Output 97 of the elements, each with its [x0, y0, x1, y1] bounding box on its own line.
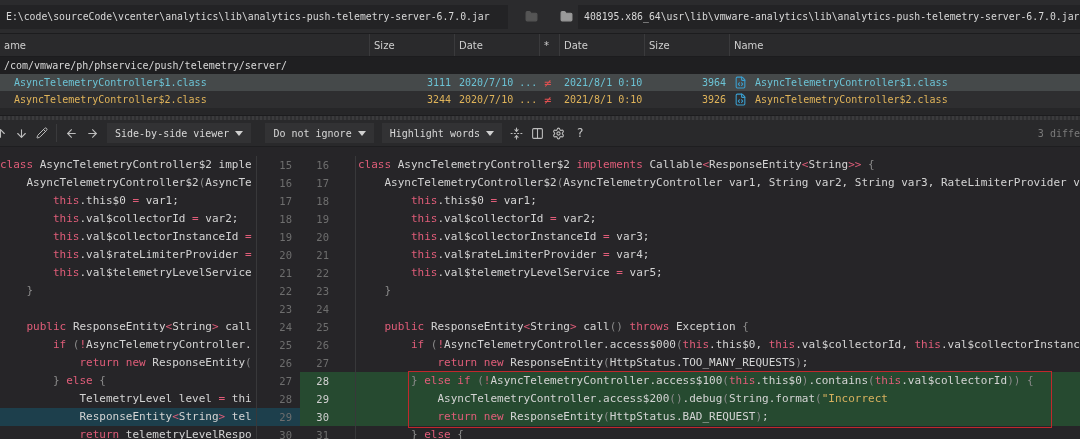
- code-line: this.val$collectorId = var2;: [52, 211, 240, 227]
- line-number: 18: [315, 194, 330, 209]
- line-number: 16: [315, 158, 330, 173]
- line-number: 26: [315, 338, 330, 353]
- line-number: 28: [300, 372, 355, 390]
- line-number: 31: [315, 428, 330, 439]
- line-number: 20: [256, 246, 300, 264]
- code-line: public ResponseEntity<String> call: [25, 319, 253, 335]
- class-file-icon: [734, 93, 747, 106]
- caret-icon: [235, 130, 244, 136]
- path-field[interactable]: E:\code\sourceCode\vcenter\analytics\lib\analytics-push-telemetry-server-6.7.0.jar: [0, 4, 508, 29]
- code-line: if (!AsyncTelemetryController.: [52, 337, 253, 353]
- file-name: AsyncTelemetryController$2.class: [755, 94, 948, 105]
- code-line: this.this$0 = var1;: [52, 193, 180, 209]
- code-line: TelemetryLevel level = thi: [78, 391, 253, 407]
- class-file-icon: [734, 76, 747, 89]
- line-number: 26: [256, 354, 300, 372]
- dropdown-button[interactable]: Do not ignore: [265, 123, 374, 143]
- code-line: public ResponseEntity<String> call() throws Exception {: [355, 318, 1080, 336]
- diff-mark: ≠: [544, 75, 552, 90]
- column-header[interactable]: Date: [459, 39, 483, 51]
- line-number: 30: [256, 426, 300, 439]
- line-number: 25: [256, 336, 300, 354]
- file-date: 2020/7/10 ...: [459, 94, 538, 105]
- path-field[interactable]: 408195.x86_64\usr\lib\vmware-analytics\lib\analytics-push-telemetry-server-6.7.0.jar: [578, 4, 1080, 29]
- file-date: 2020/7/10 ...: [459, 77, 538, 88]
- differences-count: 3 diffe: [1037, 127, 1080, 139]
- column-header[interactable]: ame: [4, 39, 27, 51]
- code-line: return new ResponseEntity(: [78, 355, 253, 371]
- caret-icon: [486, 130, 494, 136]
- folder-path: /com/vmware/ph/phservice/push/telemetry/server/: [4, 60, 287, 71]
- file-row[interactable]: AsyncTelemetryController$1.class 3111 2020/7/10 ... ≠ 2021/8/1 0:10 3964 AsyncTelemetryController$1.class: [0, 74, 1080, 91]
- code-line: this.this$0 = var1;: [355, 192, 1080, 210]
- line-number: 23: [315, 284, 330, 299]
- line-number: 29: [256, 408, 300, 426]
- file-date: 2021/8/1 0:10: [564, 94, 643, 105]
- column-header[interactable]: Size: [374, 39, 395, 51]
- line-number: 30: [300, 408, 355, 426]
- column-header[interactable]: Date: [564, 39, 588, 51]
- code-line: } else {: [355, 426, 1080, 439]
- line-number: 17: [256, 192, 300, 210]
- code-line: } else {: [52, 373, 107, 389]
- dropdown-button[interactable]: Side-by-side viewer: [107, 123, 252, 143]
- diff-mark: ≠: [544, 92, 552, 107]
- code-line: this.val$collectorInstanceId = var3;: [355, 228, 1080, 246]
- line-number: 19: [315, 212, 330, 227]
- file-name: AsyncTelemetryController$2.class: [14, 94, 207, 105]
- line-number: 16: [256, 174, 300, 192]
- column-header[interactable]: Size: [649, 39, 670, 51]
- code-line: this.val$rateLimiterProvider = var4;: [355, 246, 1080, 264]
- line-number: 21: [256, 264, 300, 282]
- file-size: 3111: [426, 77, 451, 88]
- code-line: class AsyncTelemetryController$2 imple: [0, 157, 253, 173]
- caret-icon: [357, 130, 366, 136]
- line-number: 22: [256, 282, 300, 300]
- code-line: this.val$telemetryLevelService = var5;: [355, 264, 1080, 282]
- help-button[interactable]: ?: [573, 126, 588, 140]
- code-line: if (!AsyncTelemetryController.access$000(this.this$0, this.val$collectorId, this.val$collectorInstanc: [355, 336, 1080, 354]
- line-number: 22: [315, 266, 330, 281]
- file-row[interactable]: AsyncTelemetryController$2.class 3244 2020/7/10 ... ≠ 2021/8/1 0:10 3926 AsyncTelemetryController$2.class: [0, 91, 1080, 108]
- line-number: 18: [256, 210, 300, 228]
- code-line: AsyncTelemetryController$2(AsyncTelemetryController var1, String var2, String var3, RateLimiterProvider v: [355, 174, 1080, 192]
- code-line: this.val$telemetryLevelService: [52, 265, 253, 281]
- line-number: 15: [256, 156, 300, 174]
- settings-icon[interactable]: [552, 126, 565, 140]
- line-number: 21: [315, 248, 330, 263]
- dropdown-button[interactable]: Highlight words: [381, 123, 502, 143]
- code-line: this.val$collectorId = var2;: [355, 210, 1080, 228]
- code-line: AsyncTelemetryController$2(AsyncTe: [25, 175, 253, 191]
- code-line: class AsyncTelemetryController$2 implements Callable<ResponseEntity<String>> {: [355, 156, 1080, 174]
- line-number: 25: [315, 320, 330, 335]
- line-number: 20: [315, 230, 330, 245]
- code-line: this.val$collectorInstanceId =: [52, 229, 253, 245]
- code-line: this.val$rateLimiterProvider =: [52, 247, 253, 263]
- file-size: 3964: [701, 77, 726, 88]
- line-number: 24: [315, 302, 330, 317]
- columns-icon[interactable]: [531, 126, 544, 140]
- file-name: AsyncTelemetryController$1.class: [755, 77, 948, 88]
- code-line: }: [25, 283, 35, 299]
- column-header[interactable]: *: [544, 39, 549, 51]
- column-header[interactable]: Name: [734, 39, 764, 51]
- arrow-down-icon[interactable]: [15, 126, 28, 140]
- arrow-left-icon[interactable]: [65, 126, 78, 140]
- line-number: 17: [315, 176, 330, 191]
- file-size: 3244: [426, 94, 451, 105]
- file-size: 3926: [701, 94, 726, 105]
- line-number: 24: [256, 318, 300, 336]
- line-number: 29: [300, 390, 355, 408]
- collapse-icon[interactable]: [510, 126, 523, 140]
- file-date: 2021/8/1 0:10: [564, 77, 643, 88]
- line-number: 19: [256, 228, 300, 246]
- line-number: 23: [256, 300, 300, 318]
- pencil-icon[interactable]: [36, 127, 48, 139]
- arrow-right-icon[interactable]: [86, 126, 99, 140]
- code-line: }: [355, 282, 1080, 300]
- line-number: 27: [315, 356, 330, 371]
- file-name: AsyncTelemetryController$1.class: [14, 77, 207, 88]
